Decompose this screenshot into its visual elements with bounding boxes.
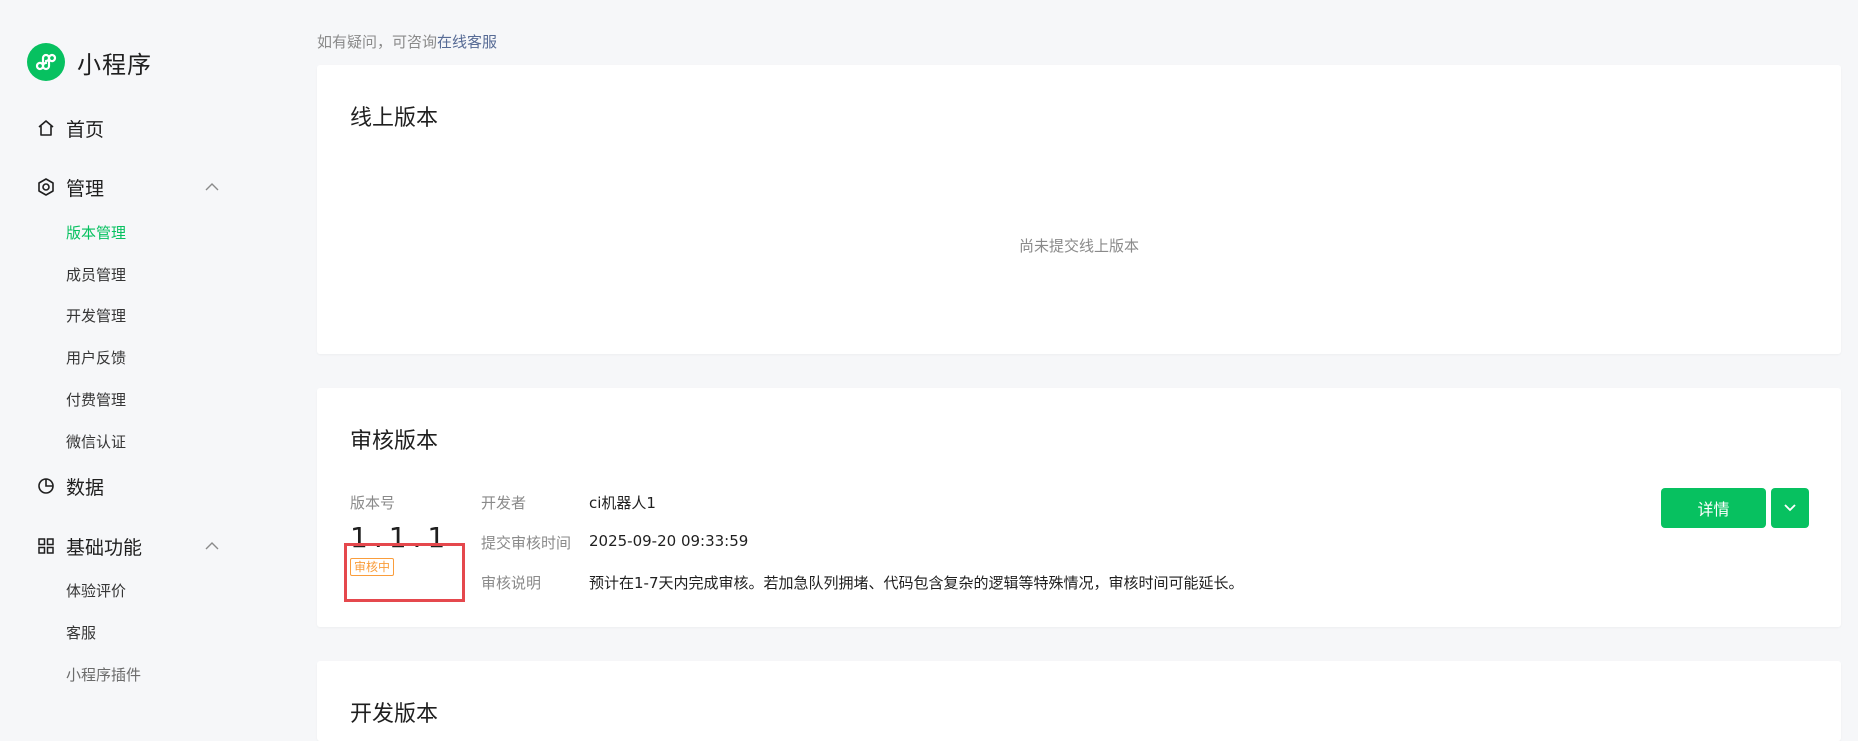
online-service-link[interactable]: 在线客服 xyxy=(437,33,497,51)
developer-value: ci机器人1 xyxy=(589,494,656,512)
settings-hex-icon xyxy=(36,177,56,197)
detail-button[interactable]: 详情 xyxy=(1661,488,1766,528)
sidebar-item-home[interactable]: 首页 xyxy=(36,113,222,143)
more-actions-dropdown-button[interactable] xyxy=(1771,488,1809,528)
sidebar-group-basic-features[interactable]: 基础功能 xyxy=(36,531,222,561)
review-note-value: 预计在1-7天内完成审核。若加急队列拥堵、代码包含复杂的逻辑等特殊情况，审核时间… xyxy=(589,574,1244,592)
online-version-empty: 尚未提交线上版本 xyxy=(1018,237,1139,255)
online-version-card: 线上版本 尚未提交线上版本 xyxy=(317,65,1841,354)
sidebar-item-customer-service[interactable]: 客服 xyxy=(66,619,96,645)
brand-name: 小程序 xyxy=(77,50,152,79)
review-note-label: 审核说明 xyxy=(481,574,542,592)
sidebar-item-label: 管理 xyxy=(66,177,105,200)
pie-chart-icon xyxy=(36,476,56,496)
sidebar-item-member-manage[interactable]: 成员管理 xyxy=(66,261,126,287)
sidebar-item-payment-manage[interactable]: 付费管理 xyxy=(66,386,126,412)
online-version-title: 线上版本 xyxy=(350,106,439,131)
version-number-label: 版本号 xyxy=(350,494,396,512)
sidebar: 小程序 首页 管理 版本管理 成员管理 开发管理 用户反馈 付费管理 微信认证 xyxy=(0,0,270,705)
sidebar-item-label: 首页 xyxy=(66,118,105,141)
developer-label: 开发者 xyxy=(481,494,527,512)
brand[interactable]: 小程序 xyxy=(27,43,152,81)
chevron-up-icon[interactable] xyxy=(202,177,222,197)
mini-program-logo-icon xyxy=(27,43,65,81)
submit-time-label: 提交审核时间 xyxy=(481,534,572,552)
chevron-up-icon[interactable] xyxy=(202,536,222,556)
sidebar-item-data[interactable]: 数据 xyxy=(36,471,222,501)
sidebar-item-label: 数据 xyxy=(66,476,105,499)
chevron-down-icon xyxy=(1782,499,1798,518)
grid-icon xyxy=(36,536,56,556)
help-prefix: 如有疑问，可咨询 xyxy=(317,33,438,51)
sidebar-item-plugins[interactable]: 小程序插件 xyxy=(66,661,141,687)
submit-time-value: 2025-09-20 09:33:59 xyxy=(589,532,749,550)
version-number: 1.1.1 xyxy=(350,521,452,554)
review-version-card: 审核版本 版本号 1.1.1 审核中 开发者 ci机器人1 提交审核时间 202… xyxy=(317,388,1841,627)
help-text: 如有疑问，可咨询在线客服 xyxy=(317,31,497,52)
status-badge: 审核中 xyxy=(350,558,395,576)
sidebar-item-label: 基础功能 xyxy=(66,536,143,559)
review-version-title: 审核版本 xyxy=(350,429,439,454)
dev-version-title: 开发版本 xyxy=(350,702,439,727)
sidebar-item-experience-rating[interactable]: 体验评价 xyxy=(66,577,126,603)
sidebar-item-wechat-auth[interactable]: 微信认证 xyxy=(66,428,126,454)
dev-version-card: 开发版本 xyxy=(317,661,1841,741)
sidebar-group-manage[interactable]: 管理 xyxy=(36,172,222,202)
sidebar-item-dev-manage[interactable]: 开发管理 xyxy=(66,302,126,328)
sidebar-item-version-manage[interactable]: 版本管理 xyxy=(66,219,126,245)
home-icon xyxy=(36,118,56,138)
sidebar-item-user-feedback[interactable]: 用户反馈 xyxy=(66,344,126,370)
main-content: 如有疑问，可咨询在线客服 线上版本 尚未提交线上版本 审核版本 版本号 1.1.… xyxy=(317,0,1841,741)
